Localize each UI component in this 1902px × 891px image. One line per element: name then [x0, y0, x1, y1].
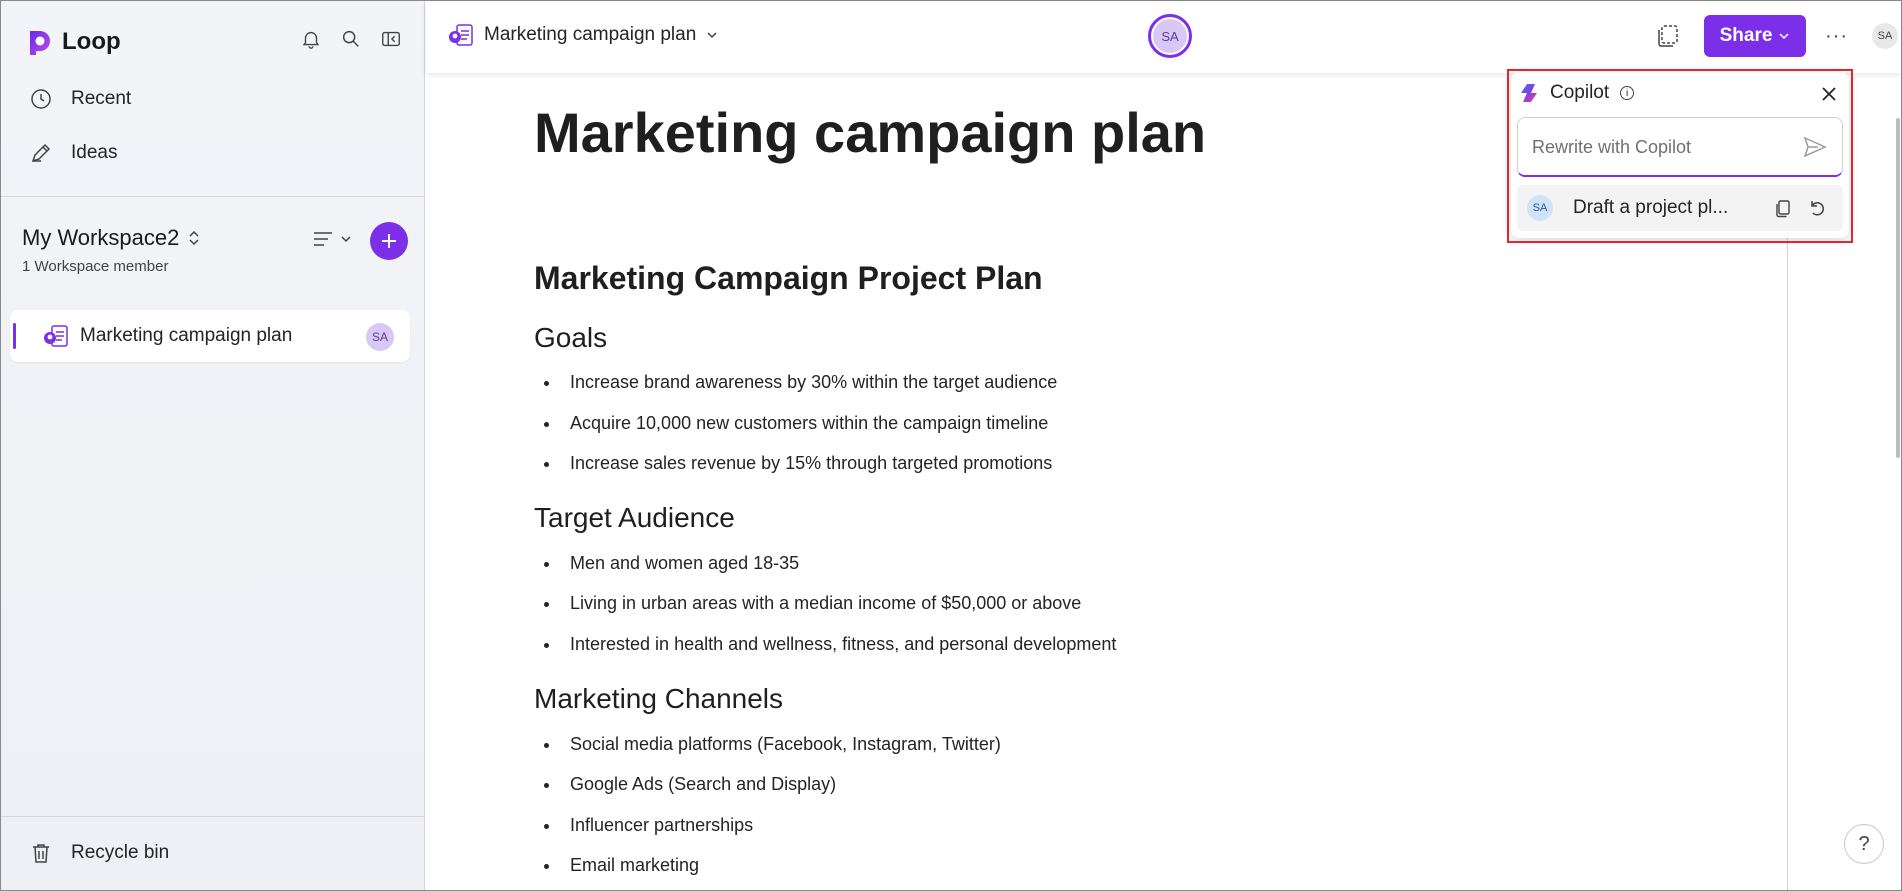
- share-button[interactable]: Share: [1704, 15, 1806, 57]
- chevron-down-icon: [707, 32, 717, 39]
- list-item[interactable]: Social media platforms (Facebook, Instag…: [544, 734, 1001, 755]
- scrollbar-thumb[interactable]: [1896, 118, 1900, 458]
- sidebar-page-marketing-campaign-plan[interactable]: Marketing campaign plan SA: [10, 310, 410, 362]
- app-logo[interactable]: Loop: [24, 27, 121, 57]
- chevron-down-icon: [341, 236, 351, 243]
- list-item[interactable]: Acquire 10,000 new customers within the …: [543, 413, 1048, 434]
- bell-icon[interactable]: [299, 27, 323, 51]
- list-item[interactable]: Men and women aged 18-35: [543, 553, 799, 574]
- document-title: Marketing campaign plan: [484, 24, 697, 45]
- collaborator-avatar[interactable]: SA: [1148, 14, 1192, 58]
- sidebar-top: Loop Recent Ideas: [1, 1, 425, 197]
- workspace-name: My Workspace2: [22, 225, 180, 250]
- loop-logo-icon: [30, 31, 50, 55]
- workspace-member-count: 1 Workspace member: [22, 258, 169, 275]
- page-title[interactable]: Marketing campaign plan: [534, 100, 1206, 165]
- sidebar-toolbar: [299, 27, 403, 51]
- user-avatar[interactable]: SA: [1872, 23, 1898, 49]
- loop-page-icon: [44, 325, 68, 347]
- more-options-icon[interactable]: ···: [1825, 25, 1848, 48]
- document-heading[interactable]: Marketing Campaign Project Plan: [534, 260, 1043, 297]
- pen-icon: [31, 143, 51, 163]
- sidebar: Loop Recent Ideas My Workspace2 1 Worksp…: [1, 1, 425, 890]
- share-label: Share: [1719, 25, 1773, 46]
- copy-component-icon[interactable]: [1655, 23, 1681, 54]
- list-item[interactable]: Influencer partnerships: [543, 815, 753, 836]
- app-name: Loop: [62, 28, 121, 55]
- trash-icon: [33, 844, 49, 863]
- search-icon[interactable]: [339, 27, 363, 51]
- sidebar-item-label: Ideas: [71, 142, 118, 163]
- recycle-bin-button[interactable]: Recycle bin: [29, 841, 169, 865]
- plus-icon: [382, 234, 396, 248]
- chevron-down-icon: [1779, 33, 1789, 40]
- list-item[interactable]: Interested in health and wellness, fitne…: [543, 634, 1116, 655]
- list-item[interactable]: Increase brand awareness by 30% within t…: [543, 372, 1057, 393]
- sidebar-item-recent[interactable]: Recent: [29, 87, 131, 111]
- loop-page-icon: [449, 24, 473, 46]
- collapse-sidebar-icon[interactable]: [379, 27, 403, 51]
- add-page-button[interactable]: [370, 222, 408, 260]
- page-label: Marketing campaign plan: [80, 325, 293, 346]
- recycle-bin-label: Recycle bin: [71, 842, 170, 863]
- sidebar-bottom: Recycle bin: [1, 816, 425, 890]
- highlight-box: [1507, 69, 1853, 243]
- clock-icon: [31, 89, 51, 109]
- sort-menu-button[interactable]: [312, 229, 352, 249]
- workspace-title[interactable]: My Workspace2: [22, 225, 201, 251]
- list-item[interactable]: Email marketing: [543, 855, 699, 876]
- list-item[interactable]: Living in urban areas with a median inco…: [543, 593, 1081, 614]
- sidebar-item-label: Recent: [71, 88, 132, 109]
- avatar: SA: [366, 323, 394, 351]
- list-item[interactable]: Google Ads (Search and Display): [543, 774, 836, 795]
- document-title-dropdown[interactable]: Marketing campaign plan: [448, 23, 718, 47]
- selected-indicator: [13, 323, 16, 349]
- list-sort-icon: [314, 232, 332, 246]
- chevron-up-down-icon: [189, 230, 199, 246]
- list-item[interactable]: Increase sales revenue by 15% through ta…: [543, 453, 1052, 474]
- section-heading-goals[interactable]: Goals: [534, 322, 607, 354]
- section-heading-target-audience[interactable]: Target Audience: [534, 502, 735, 534]
- document-header: Marketing campaign plan SA Share ··· SA: [426, 1, 1901, 73]
- section-heading-marketing-channels[interactable]: Marketing Channels: [534, 683, 783, 715]
- help-button[interactable]: ?: [1844, 824, 1884, 864]
- sidebar-item-ideas[interactable]: Ideas: [29, 141, 117, 165]
